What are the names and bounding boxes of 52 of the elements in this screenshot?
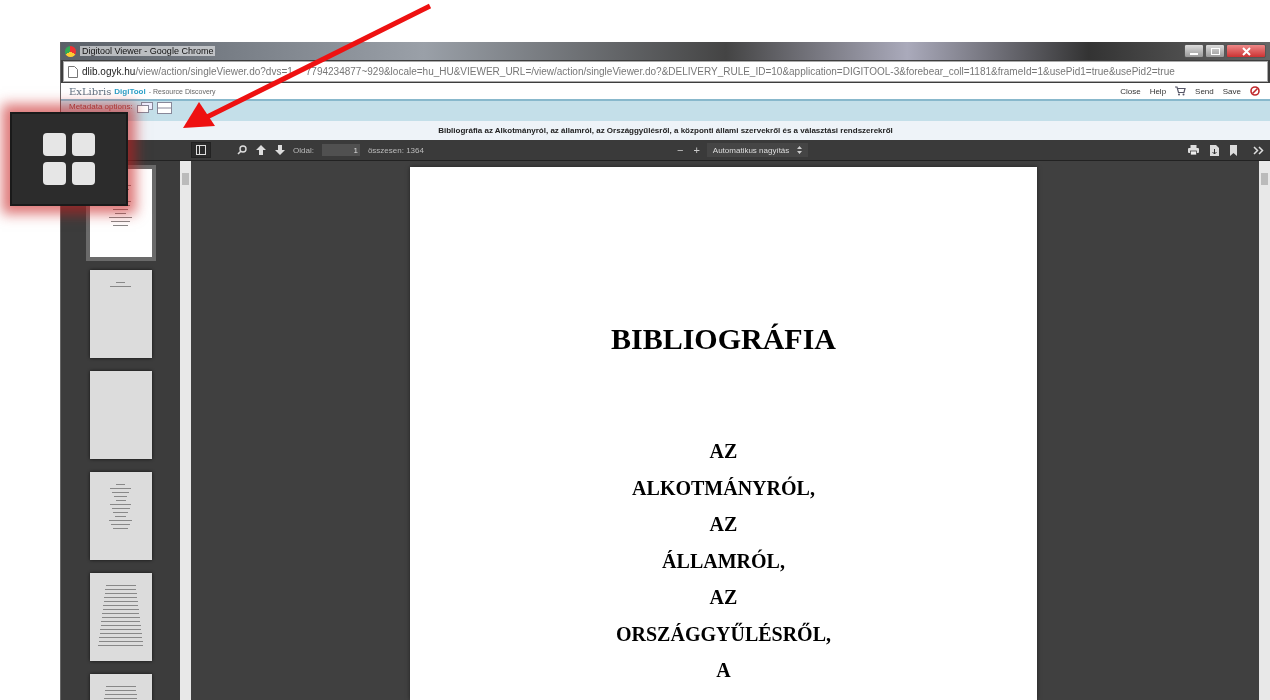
page-text-line: AZ	[708, 440, 739, 464]
page-total: összesen: 1364	[367, 145, 424, 155]
logout-icon[interactable]	[1250, 86, 1260, 96]
page-heading: BIBLIOGRÁFIA	[609, 322, 837, 356]
sidebar-toggle-button[interactable]	[191, 142, 211, 158]
up-arrow-icon[interactable]	[256, 145, 266, 155]
download-icon[interactable]	[1210, 144, 1219, 156]
url-text: 7794234877~929&locale=hu_HU&VIEWER_URL=/view/action/singleViewer.do?&DELIVERY_RULE_ID=10&application=DIGITOOL-3&forebear_coll=1181&frameId=1&usePid1=true&usePid2=true	[305, 66, 1175, 77]
scrollbar[interactable]	[180, 161, 191, 700]
minimize-button[interactable]	[1184, 44, 1204, 58]
page-icon	[68, 65, 78, 78]
page-text-line: ORSZÁGGYŰLÉSRŐL,	[614, 622, 833, 647]
maximize-button[interactable]	[1205, 44, 1225, 58]
print-icon[interactable]	[1188, 145, 1199, 155]
bookmark-icon[interactable]	[1230, 144, 1237, 156]
page-text-line: A	[715, 659, 732, 683]
windows-icon[interactable]	[136, 102, 153, 113]
page-thumbnail[interactable]	[89, 573, 152, 661]
grid-icon	[42, 132, 96, 186]
header-link[interactable]: Send	[1195, 86, 1214, 96]
logo-text: DigiTool	[114, 86, 146, 96]
down-arrow-icon[interactable]	[275, 145, 285, 155]
metadata-label: Metadata options:	[69, 102, 133, 111]
split-view-icon[interactable]	[156, 102, 172, 114]
window-title: Digitool Viewer - Google Chrome	[80, 46, 216, 56]
page-thumbnail[interactable]	[89, 371, 152, 459]
page-text-line: AZ	[708, 586, 739, 610]
close-icon	[1241, 46, 1251, 56]
sort-arrows-icon	[797, 146, 803, 154]
scrollbar[interactable]	[1259, 161, 1270, 700]
zoom-dropdown[interactable]: Automatikus nagyítás	[706, 143, 809, 157]
url-text: dlib.ogyk.hu/view/action/singleViewer.do?dvs=1	[82, 66, 293, 77]
search-icon[interactable]	[237, 145, 247, 155]
page-thumbnail[interactable]	[89, 472, 152, 560]
page-thumbnail[interactable]	[89, 270, 152, 358]
zoom-in-button[interactable]: +	[690, 144, 703, 156]
zoom-out-button[interactable]: −	[673, 144, 687, 156]
cart-icon[interactable]	[1175, 86, 1187, 96]
page-number-field[interactable]: 1	[321, 144, 360, 156]
page-text-line: AZ	[708, 513, 739, 537]
more-tools-icon[interactable]	[1253, 145, 1264, 155]
sidebar-icon	[196, 145, 206, 155]
logo-text: ExLibris	[69, 85, 112, 97]
browser-logo-icon	[65, 45, 76, 57]
page-label: Oldal:	[293, 145, 314, 155]
header-link[interactable]: Help	[1149, 86, 1167, 96]
page-text-line: ÁLLAMRÓL,	[661, 549, 786, 574]
header-link[interactable]: Save	[1222, 86, 1241, 96]
address-bar[interactable]	[63, 61, 1268, 82]
close-button[interactable]	[1226, 44, 1266, 58]
page-text-line: ALKOTMÁNYRÓL,	[631, 476, 816, 501]
header-link[interactable]: Close	[1120, 86, 1141, 96]
